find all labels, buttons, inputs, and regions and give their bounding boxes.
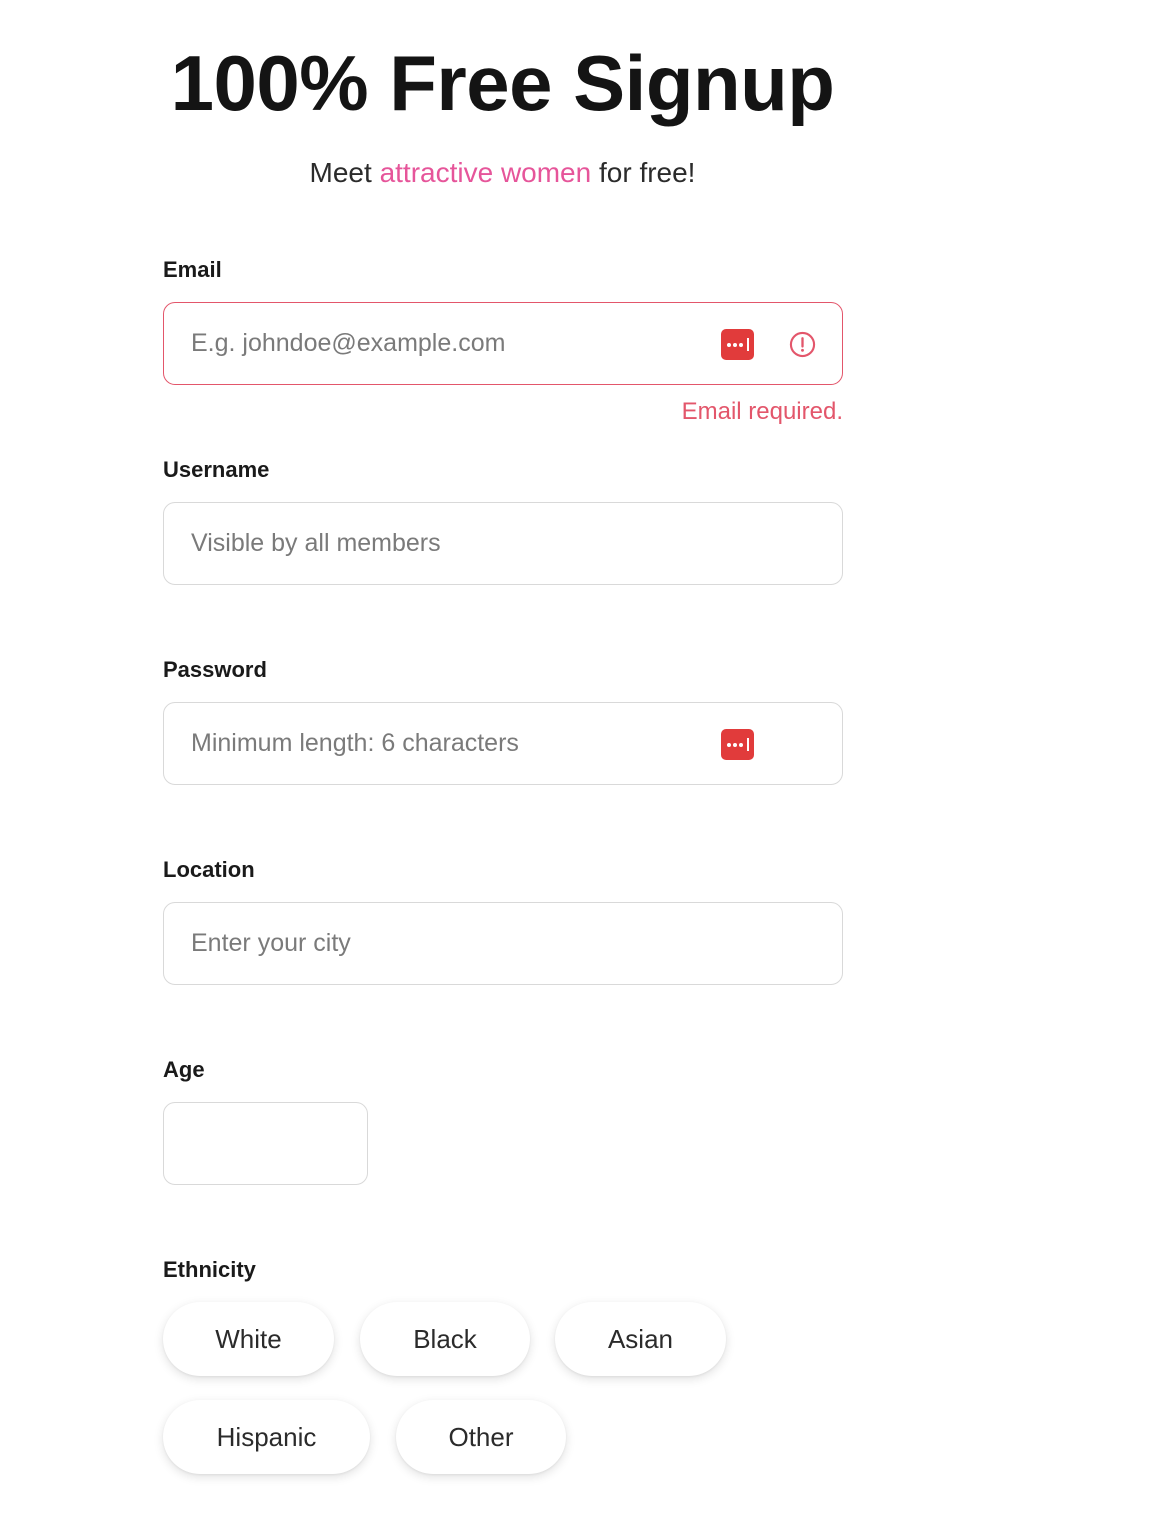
- username-input[interactable]: [164, 503, 842, 584]
- age-label: Age: [163, 1057, 205, 1082]
- ethnicity-option-black[interactable]: Black: [360, 1302, 530, 1376]
- subtitle-prefix: Meet: [309, 157, 380, 188]
- password-manager-icon[interactable]: [721, 329, 754, 360]
- ethnicity-option-asian[interactable]: Asian: [555, 1302, 726, 1376]
- location-label: Location: [163, 857, 255, 882]
- email-error-message: Email required.: [681, 398, 843, 425]
- email-field-container: [163, 302, 843, 385]
- username-field-container: [163, 502, 843, 585]
- age-input[interactable]: [164, 1103, 513, 1184]
- password-manager-icon[interactable]: [721, 729, 754, 760]
- ethnicity-option-hispanic[interactable]: Hispanic: [163, 1400, 370, 1474]
- page-title: 100% Free Signup: [170, 39, 835, 127]
- ethnicity-label: Ethnicity: [163, 1257, 256, 1282]
- alert-circle-icon: [789, 331, 816, 358]
- ethnicity-option-other[interactable]: Other: [396, 1400, 566, 1474]
- location-input[interactable]: [164, 903, 842, 984]
- age-field-container: [163, 1102, 513, 1185]
- page-subtitle: Meet attractive women for free!: [0, 157, 1005, 189]
- location-field-container: [163, 902, 843, 985]
- subtitle-accent: attractive women: [379, 157, 592, 188]
- password-field-container: [163, 702, 843, 785]
- password-label: Password: [163, 657, 267, 682]
- email-label: Email: [163, 257, 222, 282]
- username-label: Username: [163, 457, 270, 482]
- ethnicity-option-white[interactable]: White: [163, 1302, 334, 1376]
- subtitle-suffix: for free!: [591, 157, 696, 188]
